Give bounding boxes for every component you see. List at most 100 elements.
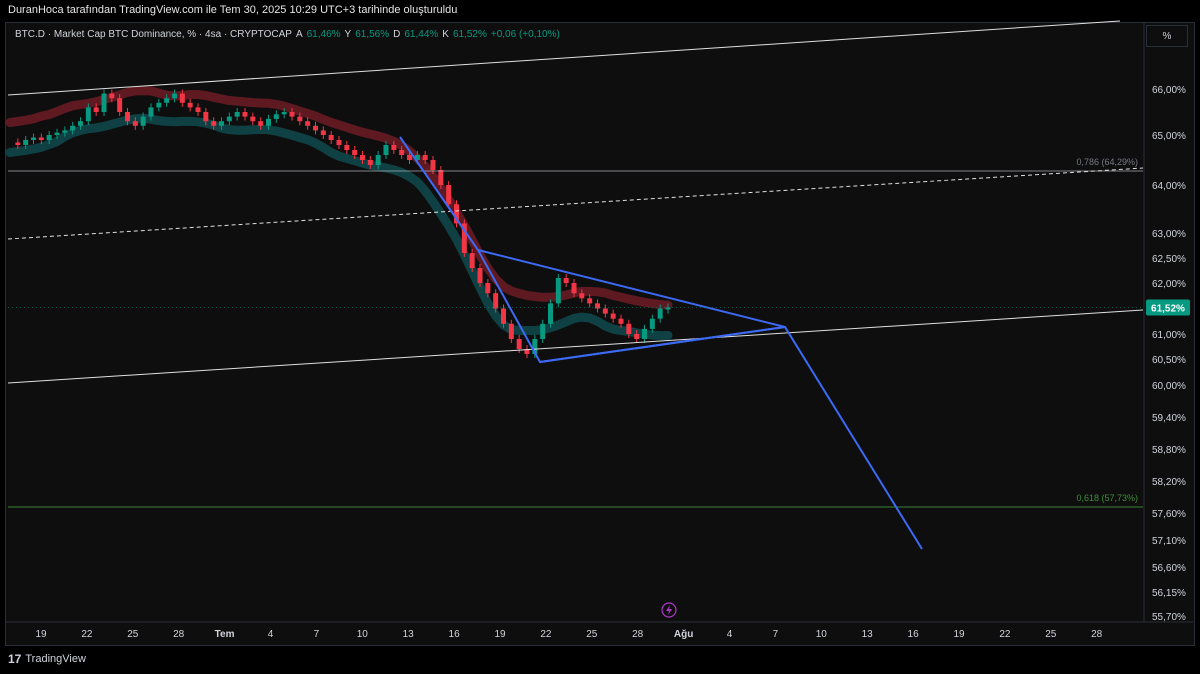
x-tick-label: 13	[403, 629, 415, 640]
low-label: D	[393, 29, 401, 40]
tradingview-logo-icon: 17	[8, 652, 22, 666]
candle-body	[234, 112, 240, 117]
candle-body	[446, 185, 452, 205]
x-tick-label: 16	[908, 629, 920, 640]
candle-body	[407, 155, 412, 160]
y-tick-label: 66,00%	[1152, 85, 1186, 96]
x-tick-label: 22	[540, 629, 552, 640]
candle-body	[477, 268, 483, 283]
y-tick-label: 65,00%	[1152, 131, 1186, 142]
y-tick-label: 56,60%	[1152, 563, 1186, 574]
x-tick-label: Tem	[215, 629, 235, 640]
symbol-legend[interactable]: BTC.D · Market Cap BTC Dominance, % · 4s…	[15, 29, 560, 40]
candle-body	[203, 112, 209, 122]
candle-body	[657, 308, 663, 319]
moving-average-bands	[5, 86, 673, 341]
candle-body	[70, 125, 76, 131]
candle-body	[469, 253, 475, 268]
x-tick-label: 19	[494, 629, 506, 640]
candle-body	[250, 116, 256, 122]
y-tick-label: 60,00%	[1152, 381, 1186, 392]
candle-body	[101, 93, 107, 112]
candle-body	[579, 293, 585, 299]
candle-body	[125, 112, 130, 122]
candle-body	[548, 303, 553, 324]
candle-body	[602, 308, 608, 314]
candle-body	[85, 107, 91, 122]
candle-body	[78, 121, 83, 126]
candle-body	[172, 93, 177, 99]
y-tick-label: 57,10%	[1152, 536, 1186, 547]
y-tick-label: 59,40%	[1152, 413, 1186, 424]
x-tick-label: 7	[773, 629, 779, 640]
candle-body	[501, 308, 506, 324]
x-tick-label: 19	[35, 629, 47, 640]
candle-body	[328, 135, 334, 140]
candle-body	[618, 318, 624, 324]
candle-body	[305, 121, 311, 126]
candle-body	[516, 339, 522, 349]
y-tick-label: 60,50%	[1152, 355, 1186, 366]
candle-body	[540, 323, 546, 339]
x-tick-label: 10	[357, 629, 369, 640]
x-tick-label: 28	[1091, 629, 1103, 640]
x-tick-label: 28	[632, 629, 644, 640]
last-price-label: 61,52%	[1151, 303, 1185, 314]
candle-body	[391, 145, 397, 150]
candle-body	[587, 298, 593, 304]
candle-body	[649, 318, 655, 329]
close-value: 61,52%	[452, 29, 487, 40]
candle-body	[140, 116, 146, 126]
candle-body	[610, 313, 616, 319]
candle-body	[297, 116, 303, 122]
fib-level-label: 0,786 (64,29%)	[1076, 157, 1138, 167]
y-tick-label: 56,15%	[1152, 588, 1186, 599]
candle-body	[375, 155, 381, 165]
candle-body	[344, 145, 350, 150]
candle-body	[336, 140, 342, 145]
tradingview-snapshot: DuranHoca tarafından TradingView.com ile…	[0, 0, 1200, 674]
y-tick-label: 58,20%	[1152, 477, 1186, 488]
candle-body	[38, 137, 44, 140]
x-tick-label: 7	[314, 629, 320, 640]
low-value: 61,44%	[404, 29, 439, 40]
y-tick-label: 62,00%	[1152, 279, 1186, 290]
candle-body	[242, 112, 248, 117]
x-tick-label: 4	[268, 629, 274, 640]
candle-body	[555, 278, 561, 304]
x-tick-label: 13	[862, 629, 874, 640]
triangle-upper-line	[477, 249, 786, 328]
candle-body	[634, 334, 640, 339]
y-tick-label: 58,80%	[1152, 445, 1186, 456]
axes: 66,00% 65,00% 64,00% 63,00% 62,50% 62,00% 61,0…	[6, 23, 1193, 640]
candle-body	[430, 160, 436, 170]
percent-scale-button[interactable]: %	[1146, 25, 1188, 47]
x-tick-label: 16	[449, 629, 461, 640]
x-tick-label: 28	[173, 629, 185, 640]
x-tick-label: Ağu	[674, 629, 693, 640]
candle-body	[508, 323, 514, 339]
y-tick-label: 63,00%	[1152, 229, 1186, 240]
candle-body	[132, 121, 138, 126]
candle-body	[148, 107, 154, 117]
y-tick-label: 61,00%	[1152, 330, 1186, 341]
x-tick-label: 10	[816, 629, 828, 640]
candle-body	[626, 323, 632, 334]
y-tick-label: 62,50%	[1152, 254, 1186, 265]
candle-body	[485, 283, 491, 294]
candle-body	[642, 328, 647, 339]
candle-body	[438, 170, 444, 185]
x-tick-label: 25	[586, 629, 598, 640]
candle-body	[360, 155, 365, 160]
projection-path-line	[399, 136, 923, 550]
candle-body	[383, 145, 389, 155]
candle-body	[266, 118, 271, 126]
candle-body	[258, 121, 264, 126]
open-value: 61,46%	[306, 29, 341, 40]
candle-body	[571, 283, 577, 294]
candle-body	[93, 107, 99, 112]
price-chart[interactable]: 0,786 (64,29%) 0,618 (57,73%) 66,00% 65,00…	[0, 0, 1200, 674]
candle-body	[289, 112, 295, 117]
x-tick-label: 25	[1045, 629, 1057, 640]
teal-ma-band	[5, 113, 673, 341]
